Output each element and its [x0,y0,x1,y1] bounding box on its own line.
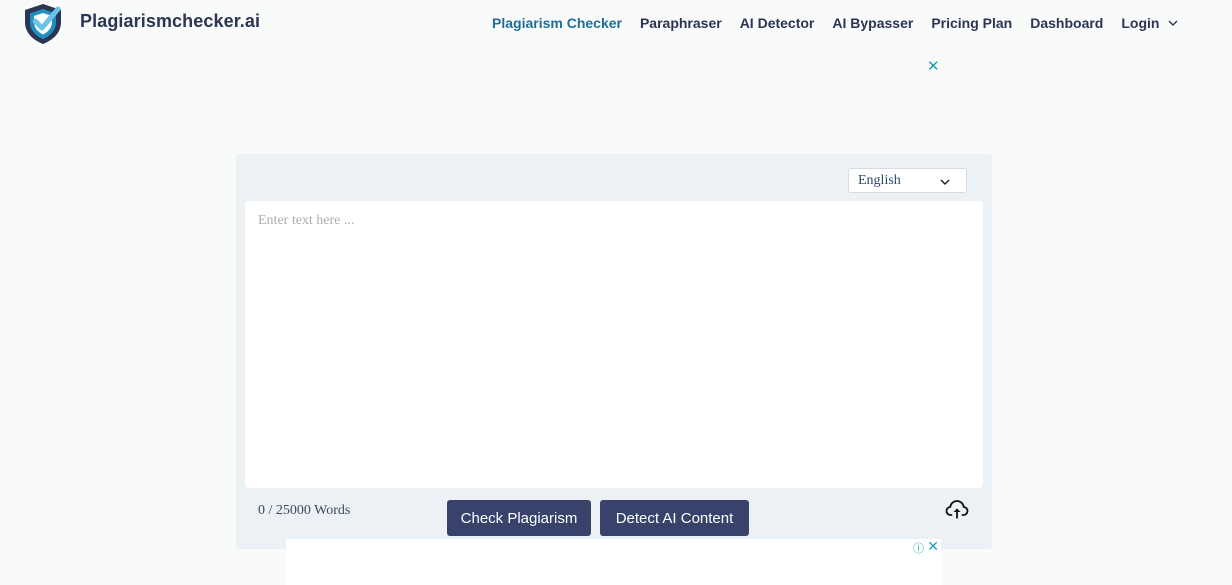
nav-dashboard[interactable]: Dashboard [1030,15,1103,31]
text-input[interactable] [245,201,983,488]
detect-ai-content-button[interactable]: Detect AI Content [600,500,749,536]
nav-ai-detector[interactable]: AI Detector [740,15,815,31]
ad-banner: ⓘ ✕ [286,538,941,585]
cloud-upload-icon[interactable] [945,498,969,520]
nav-pricing-plan[interactable]: Pricing Plan [931,15,1012,31]
chevron-down-icon [940,179,950,186]
brand-name[interactable]: Plagiarismchecker.ai [80,11,260,32]
shield-check-logo-icon[interactable] [21,2,65,46]
nav-login[interactable]: Login [1121,15,1178,31]
nav-plagiarism-checker[interactable]: Plagiarism Checker [492,15,622,31]
site-header: Plagiarismchecker.ai Plagiarism Checker … [0,0,1232,48]
check-plagiarism-button[interactable]: Check Plagiarism [447,500,591,536]
word-count: 0 / 25000 Words [258,503,351,518]
chevron-down-icon [1168,20,1178,26]
main-nav: Plagiarism Checker Paraphraser AI Detect… [492,15,1178,31]
language-select-value: English [858,173,901,188]
nav-login-label: Login [1121,15,1160,31]
nav-ai-bypasser[interactable]: AI Bypasser [832,15,913,31]
info-icon[interactable]: ⓘ [913,540,924,556]
ad-close-icon[interactable]: ✕ [927,57,940,75]
ad-close-icon[interactable]: ✕ [927,538,939,555]
language-select[interactable]: English [848,168,967,193]
nav-paraphraser[interactable]: Paraphraser [640,15,722,31]
